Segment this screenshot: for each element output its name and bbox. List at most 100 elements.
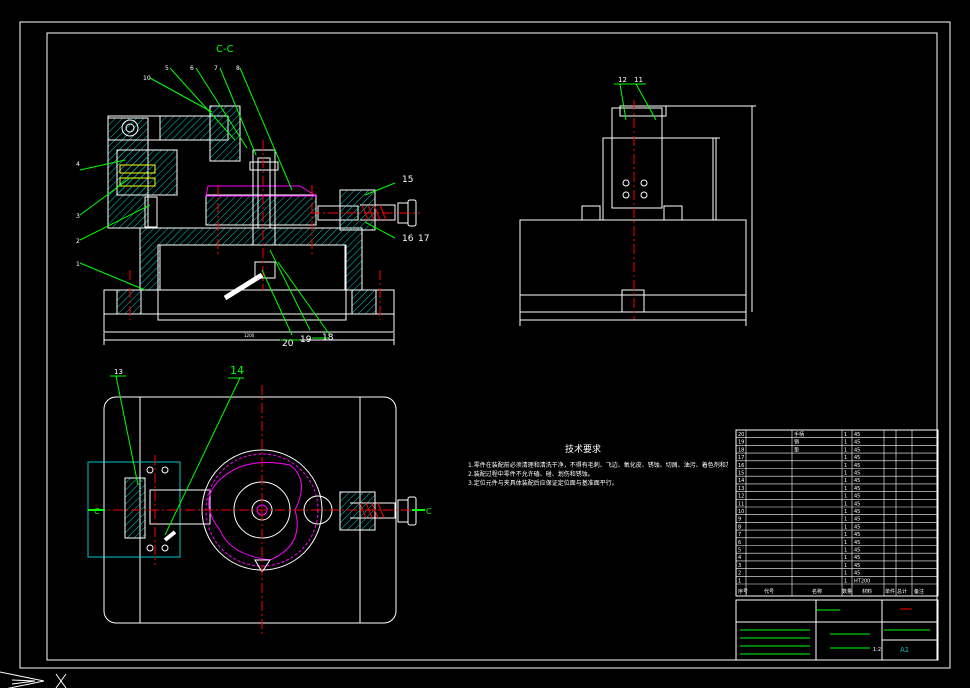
section-view: C-C <box>79 44 420 345</box>
bom-cell: 10 <box>738 509 744 515</box>
bom-cell: 1 <box>844 563 847 569</box>
bom-cell: 1 <box>844 494 847 500</box>
section-label: C-C <box>216 44 234 55</box>
bom-cell: 45 <box>854 532 860 538</box>
bom-cell: 45 <box>854 471 860 477</box>
balloon-19: 19 <box>300 335 312 345</box>
note-line-1: 1.零件在装配前必须清理和清洗干净，不得有毛刺、飞边、氧化皮、锈蚀、切屑、油污、… <box>468 462 728 469</box>
bom-cell: 1 <box>844 501 847 507</box>
ucs-icon <box>0 671 67 688</box>
sheet-size: A1 <box>900 646 909 654</box>
bom-cell: 1 <box>844 571 847 577</box>
bom-cell: 1 <box>844 447 847 453</box>
balloon-5: 5 <box>165 65 169 72</box>
bom-cell: 45 <box>854 548 860 554</box>
bom-cell: 45 <box>854 494 860 500</box>
bom-cell: 1 <box>844 540 847 546</box>
bom-cell: 45 <box>854 540 860 546</box>
bom-cell: 45 <box>854 478 860 484</box>
balloon-13: 13 <box>114 368 123 376</box>
bom-cell: 15 <box>738 471 744 477</box>
bom-header-cell: 数量 <box>842 588 852 595</box>
bom-cell: 11 <box>738 501 744 507</box>
bom-cell: 垫 <box>794 446 799 453</box>
bom-cell: 45 <box>854 563 860 569</box>
bom-cell: 1 <box>844 555 847 561</box>
note-line-3: 3.定位元件与夹具体装配后应保证定位面与基准面平行。 <box>468 480 618 487</box>
dimension-text: 1200 <box>244 333 255 338</box>
bom-cell: 6 <box>738 540 741 546</box>
bom-cell: 45 <box>854 524 860 530</box>
bom-cell: 1 <box>844 471 847 477</box>
bom-cell: 45 <box>854 509 860 515</box>
drawing-scale: 1:2 <box>873 647 881 653</box>
balloon-14: 14 <box>230 364 244 377</box>
notes-title: 技术要求 <box>564 445 601 455</box>
bom-cell: 1 <box>844 532 847 538</box>
bom-cell: 45 <box>854 501 860 507</box>
bom-cell: 1 <box>844 478 847 484</box>
bom-cell: 销 <box>794 439 799 446</box>
balloon-8: 8 <box>236 65 240 72</box>
bom-table: 20 1 45手柄19 1 45销18 1 45垫17 1 4516 1 4515 1 4514 1 451… <box>735 429 939 597</box>
balloon-1: 1 <box>76 261 80 268</box>
bom-cell: HT200 <box>854 578 870 584</box>
bom-header-cell: 代号 <box>764 588 774 595</box>
bom-cell: 14 <box>738 478 744 484</box>
bom-cell: 4 <box>738 555 741 561</box>
cutting-plane-label: C <box>426 507 432 516</box>
bom-cell: 手柄 <box>794 431 804 438</box>
balloon-15: 15 <box>402 175 413 185</box>
plan-view <box>87 375 425 635</box>
balloon-6: 6 <box>190 65 194 72</box>
bom-cell: 45 <box>854 571 860 577</box>
bom-cell: 1 <box>844 548 847 554</box>
bom-header-cell: 材料 <box>862 588 872 595</box>
bom-cell: 2 <box>738 571 741 577</box>
balloon-18: 18 <box>322 333 334 343</box>
balloon-3: 3 <box>76 213 80 220</box>
bom-cell: 20 <box>738 432 744 438</box>
bom-cell: 1 <box>844 578 847 584</box>
technical-requirements: 技术要求 1.零件在装配前必须清理和清洗干净，不得有毛刺、飞边、氧化皮、锈蚀、切… <box>468 446 728 488</box>
title-block: A1 1:2 <box>735 599 939 661</box>
bom-cell: 18 <box>738 447 744 453</box>
bom-cell: 16 <box>738 463 744 469</box>
bom-cell: 19 <box>738 440 744 446</box>
bom-cell: 45 <box>854 555 860 561</box>
bom-cell: 1 <box>844 486 847 492</box>
balloon-4: 4 <box>76 161 80 168</box>
bom-cell: 9 <box>738 517 741 523</box>
bom-cell: 8 <box>738 524 741 530</box>
side-base <box>519 219 747 313</box>
bom-cell: 12 <box>738 494 744 500</box>
balloon-7: 7 <box>214 65 218 72</box>
bom-cell: 7 <box>738 532 741 538</box>
bom-cell: 45 <box>854 447 860 453</box>
balloon-17: 17 <box>418 234 429 244</box>
bom-cell: 1 <box>844 440 847 446</box>
bom-cell: 45 <box>854 455 860 461</box>
balloon-20: 20 <box>282 339 294 349</box>
bom-header-cell: 序号 <box>738 588 748 595</box>
bom-cell: 5 <box>738 548 741 554</box>
bom-cell: 17 <box>738 455 744 461</box>
bom-cell: 1 <box>844 509 847 515</box>
bom-cell: 45 <box>854 486 860 492</box>
bom-cell: 3 <box>738 563 741 569</box>
cad-drawing-canvas: C-C 20 1 45手柄19 1 45销18 1 45垫17 1 4516 1… <box>0 21 951 688</box>
bom-cell: 13 <box>738 486 744 492</box>
bom-cell: 1 <box>844 524 847 530</box>
bom-cell: 45 <box>854 440 860 446</box>
bom-cell: 45 <box>854 517 860 523</box>
bom-header-cell: 单件 <box>885 588 895 595</box>
bom-header-cell: 备注 <box>914 588 924 595</box>
base-plate <box>103 289 395 333</box>
bom-cell: 1 <box>844 517 847 523</box>
bom-header-cell: 总计 <box>897 588 907 595</box>
bom-cell: 1 <box>844 463 847 469</box>
cutting-plane-label: C <box>94 507 100 516</box>
bom-cell: 45 <box>854 463 860 469</box>
bom-cell: 1 <box>738 578 741 584</box>
balloon-16: 16 <box>402 234 414 244</box>
